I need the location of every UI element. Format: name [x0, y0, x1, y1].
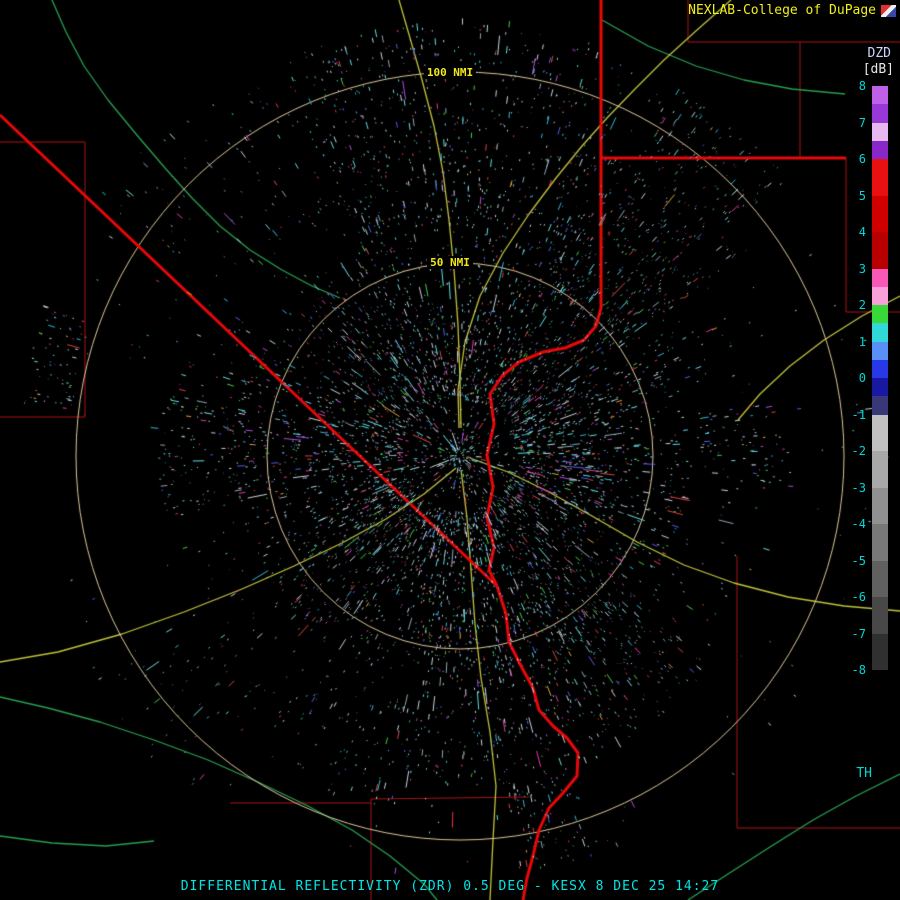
radar-display: NEXLAB-College of DuPage DZD [dB] 876543… — [0, 0, 900, 900]
colorbar-threshold-label: TH — [856, 766, 872, 781]
colorbar-tick-label: 5 — [858, 188, 866, 203]
colorbar-tick-label: -8 — [851, 663, 866, 677]
colorbar-tick-label: -1 — [851, 407, 866, 422]
colorbar-tick-label: -2 — [851, 444, 866, 458]
colorbar-tick-label: -7 — [851, 626, 866, 641]
colorbar-tick-label: 8 — [858, 79, 866, 93]
range-ring-label-50nmi: 50 NMI — [427, 256, 473, 269]
colorbar-tick-label: 7 — [858, 115, 866, 130]
colorbar-tick-label: -5 — [851, 553, 866, 568]
radar-map-canvas — [0, 0, 900, 900]
colorbar-tick-label: 2 — [858, 298, 866, 312]
product-title: DIFFERENTIAL REFLECTIVITY (ZDR) 0.5 DEG … — [180, 879, 720, 894]
colorbar-tick-label: 3 — [858, 261, 866, 276]
colorbar-tick-label: 6 — [858, 152, 866, 166]
colorbar-tick-label: 0 — [858, 371, 866, 385]
range-ring-label-100nmi: 100 NMI — [423, 66, 477, 79]
colorbar-tick-label: -6 — [851, 590, 866, 604]
colorbar-tick-label: 4 — [858, 225, 866, 239]
colorbar-tick-label: 1 — [858, 334, 866, 349]
colorbar-tick-label: -3 — [851, 480, 866, 495]
colorbar-ticks: 8 7 6 5 4 3 2 1 0 -1 -2 -3 -4 -5 -6 -7 -8 — [830, 0, 900, 900]
colorbar-tick-label: -4 — [851, 517, 866, 531]
